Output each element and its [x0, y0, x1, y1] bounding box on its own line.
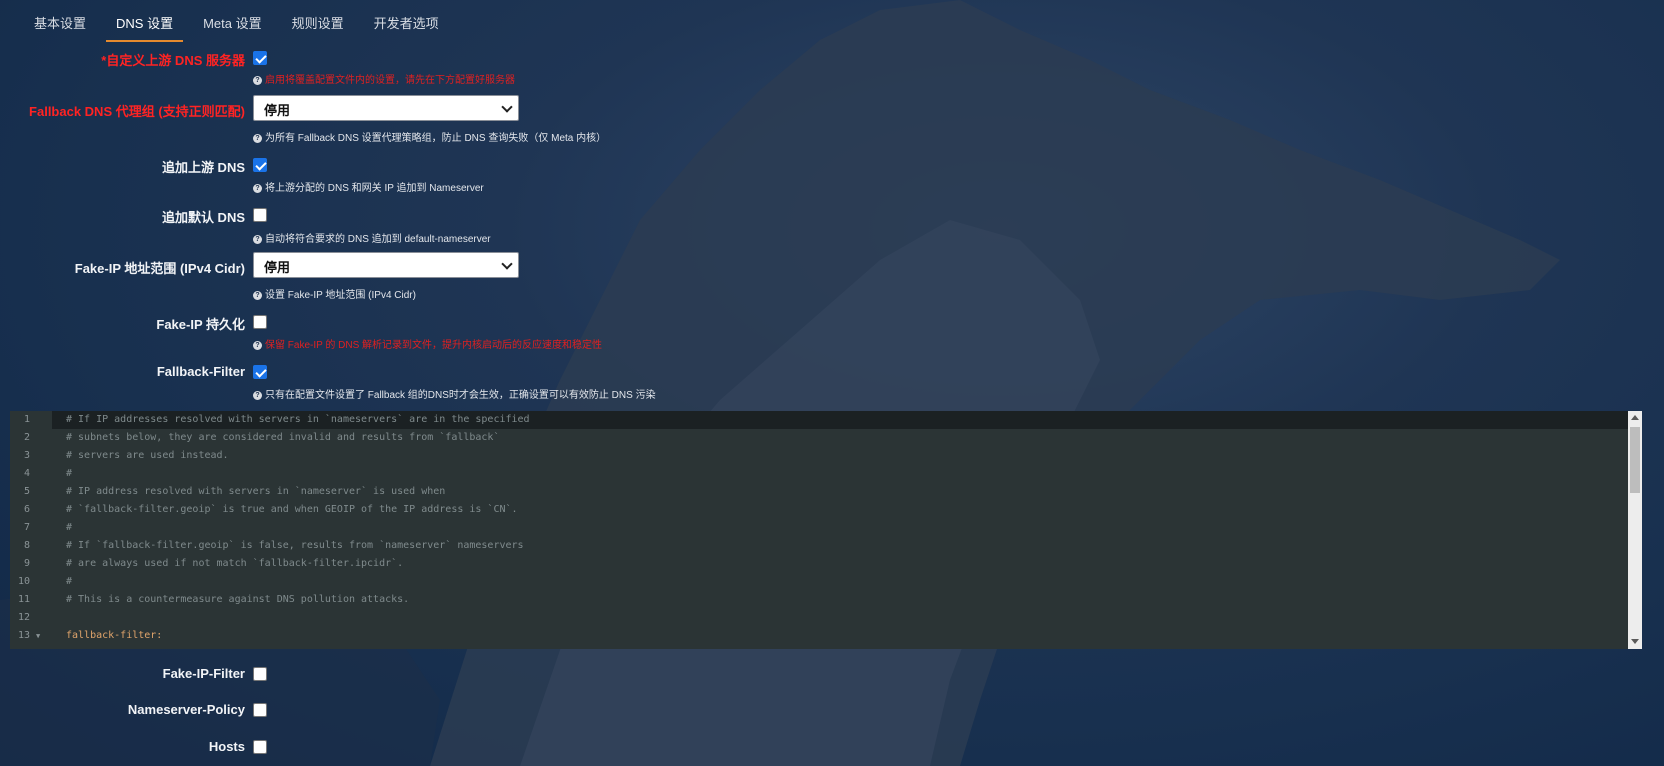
editor-line: 4 # — [23, 468, 73, 479]
question-circle-icon: ? — [253, 390, 262, 400]
tab-meta-settings[interactable]: Meta 设置 — [193, 12, 272, 42]
fake-ip-range-help: ? 设置 Fake-IP 地址范围 (IPv4 Cidr) — [253, 286, 416, 301]
fake-ip-range-select[interactable]: 停用 — [253, 252, 519, 278]
editor-line: 1 # If IP addresses resolved with servers… — [24, 411, 1628, 429]
question-circle-icon: ? — [253, 133, 262, 143]
tab-dns-settings[interactable]: DNS 设置 — [106, 12, 184, 42]
question-circle-icon: ? — [253, 183, 262, 193]
fallback-proxy-group-select[interactable]: 停用 — [253, 95, 519, 121]
hosts-checkbox[interactable] — [253, 740, 267, 754]
background-image — [0, 0, 1560, 766]
question-circle-icon: ? — [253, 234, 262, 244]
custom-upstream-dns-checkbox[interactable] — [253, 51, 267, 65]
question-circle-icon: ? — [253, 75, 262, 85]
editor-line: 6 # `fallback-filter.geoip` is true and w… — [23, 504, 518, 515]
editor-line: 2 # subnets below, they are considered in… — [23, 432, 500, 443]
fake-ip-persistence-help: ? 保留 Fake-IP 的 DNS 解析记录到文件，提升内核启动后的反应速度和稳… — [253, 336, 602, 351]
editor-line: 5 # IP address resolved with servers in `… — [23, 486, 446, 497]
custom-upstream-dns-help: ? 启用将覆盖配置文件内的设置，请先在下方配置好服务器 — [253, 71, 515, 86]
editor-line: 11 # This is a countermeasure against DNS… — [17, 594, 410, 605]
tab-developer-options[interactable]: 开发者选项 — [364, 12, 449, 42]
editor-content[interactable]: 1 # If IP addresses resolved with servers… — [17, 411, 1628, 649]
append-upstream-dns-help: ? 将上游分配的 DNS 和网关 IP 追加到 Nameserver — [253, 179, 484, 194]
custom-upstream-dns-label: *自定义上游 DNS 服务器 — [101, 53, 245, 68]
question-circle-icon: ? — [253, 340, 262, 350]
fake-ip-filter-checkbox[interactable] — [253, 667, 267, 681]
editor-line: 12 — [17, 612, 30, 623]
editor-line: 7 # — [23, 522, 73, 533]
scrollbar-thumb[interactable] — [1630, 427, 1640, 493]
fallback-proxy-group-label: Fallback DNS 代理组 (支持正则匹配) — [29, 104, 245, 119]
chevron-down-icon — [501, 101, 513, 113]
append-default-dns-label: 追加默认 DNS — [161, 210, 245, 225]
scroll-down-arrow-icon[interactable] — [1631, 639, 1639, 644]
editor-line: 3 # servers are used instead. — [23, 450, 229, 461]
tab-rule-settings[interactable]: 规则设置 — [282, 12, 354, 42]
fallback-filter-code-editor[interactable]: 1 # If IP addresses resolved with servers… — [10, 411, 1642, 649]
append-default-dns-help: ? 自动将符合要求的 DNS 追加到 default-nameserver — [253, 230, 491, 245]
nameserver-policy-label: Nameserver-Policy — [127, 702, 245, 717]
question-circle-icon: ? — [253, 290, 262, 300]
fallback-proxy-group-help: ? 为所有 Fallback DNS 设置代理策略组，防止 DNS 查询失败（仅 … — [253, 129, 606, 144]
editor-line: 10 # — [17, 576, 73, 587]
append-upstream-dns-checkbox[interactable] — [253, 158, 267, 172]
fake-ip-range-label: Fake-IP 地址范围 (IPv4 Cidr) — [74, 261, 245, 276]
editor-line: 8 # If `fallback-filter.geoip` is false, … — [23, 540, 524, 551]
chevron-down-icon — [501, 258, 513, 270]
scroll-up-arrow-icon[interactable] — [1631, 415, 1639, 420]
editor-line: 9 # are always used if not match `fallbac… — [23, 558, 404, 569]
tab-basic-settings[interactable]: 基本设置 — [24, 12, 96, 42]
nameserver-policy-checkbox[interactable] — [253, 703, 267, 717]
fold-arrow-icon[interactable]: ▼ — [36, 627, 40, 645]
fallback-filter-help: ? 只有在配置文件设置了 Fallback 组的DNS时才会生效，正确设置可以有效… — [253, 386, 656, 401]
fake-ip-persistence-label: Fake-IP 持久化 — [156, 317, 245, 332]
editor-line: 13 ▼ fallback-filter: — [18, 627, 1628, 645]
fallback-filter-checkbox[interactable] — [253, 365, 267, 379]
editor-scrollbar[interactable] — [1628, 411, 1642, 649]
tab-bar: 基本设置 DNS 设置 Meta 设置 规则设置 开发者选项 — [24, 12, 459, 42]
fallback-filter-label: Fallback-Filter — [156, 364, 245, 379]
hosts-label: Hosts — [208, 739, 245, 754]
append-default-dns-checkbox[interactable] — [253, 208, 267, 222]
fake-ip-persistence-checkbox[interactable] — [253, 315, 267, 329]
fake-ip-filter-label: Fake-IP-Filter — [162, 666, 245, 681]
append-upstream-dns-label: 追加上游 DNS — [161, 160, 245, 175]
